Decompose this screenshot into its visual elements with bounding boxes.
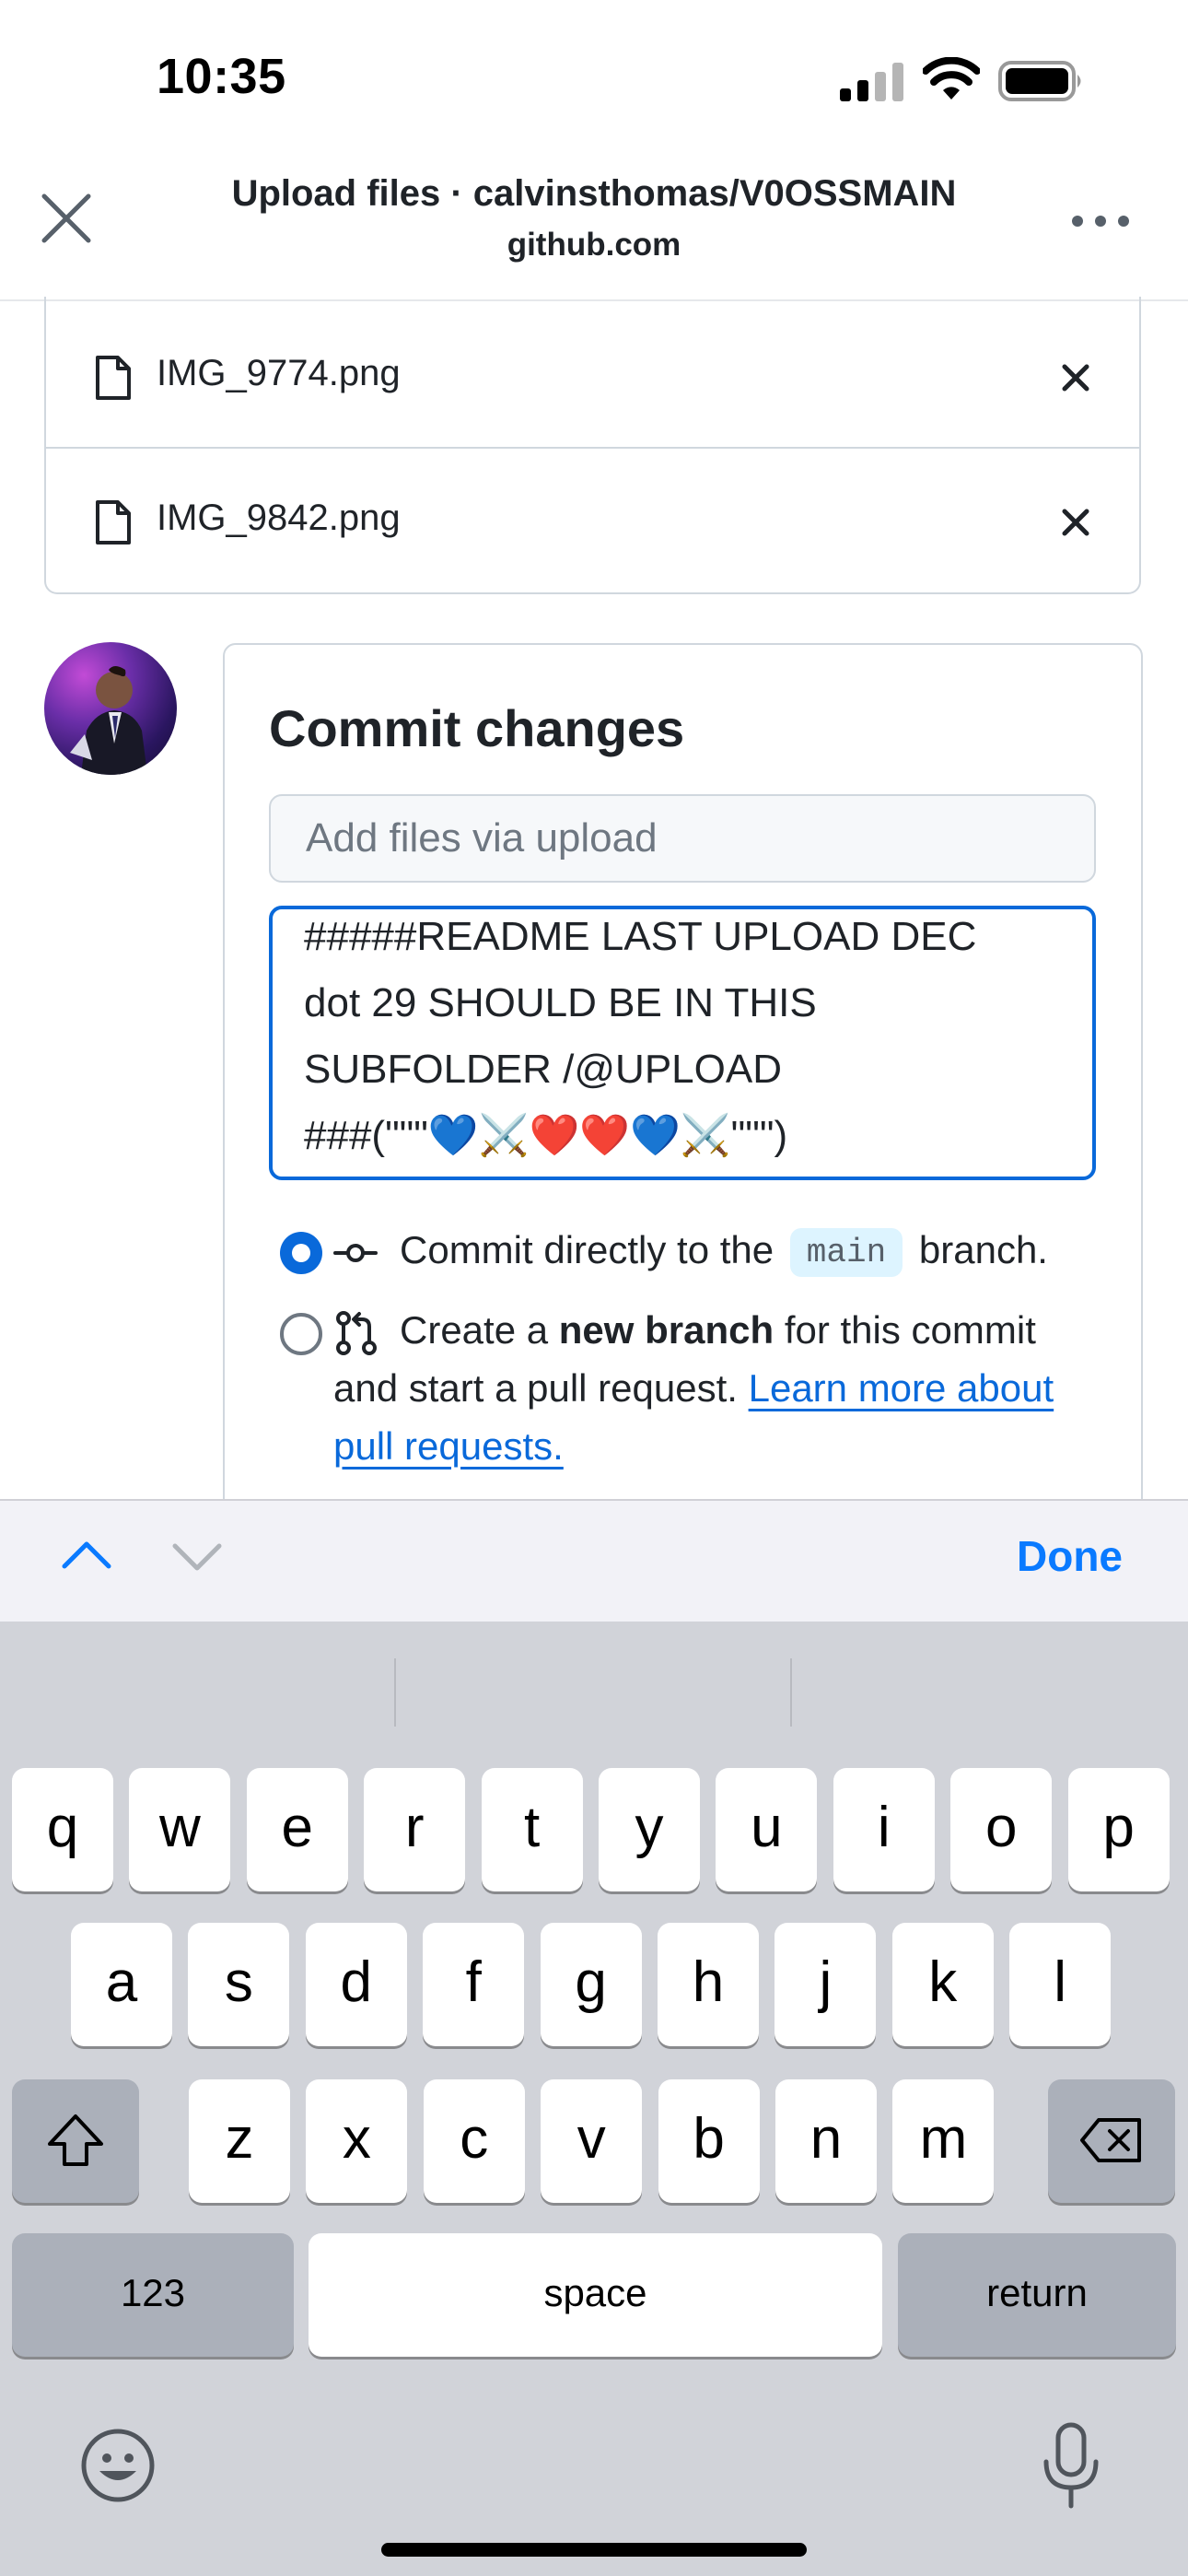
cellular-signal-icon — [840, 63, 903, 101]
delete-key[interactable] — [1048, 2079, 1175, 2203]
file-row: IMG_9774.png — [46, 302, 1139, 448]
chevron-up-icon[interactable] — [59, 1535, 114, 1572]
shift-key[interactable] — [12, 2079, 139, 2203]
commit-summary-input[interactable]: Add files via upload — [269, 794, 1096, 883]
wifi-icon — [923, 57, 980, 100]
backspace-icon — [1080, 2118, 1141, 2162]
commit-description-text: #####README LAST UPLOAD DEC dot 29 SHOUL… — [304, 914, 977, 1158]
key-b[interactable]: b — [658, 2079, 760, 2203]
key-s[interactable]: s — [188, 1923, 290, 2046]
key-c[interactable]: c — [423, 2079, 525, 2203]
done-button[interactable]: Done — [1017, 1531, 1123, 1581]
suggestion-divider — [394, 1658, 396, 1727]
key-r[interactable]: r — [364, 1768, 466, 1891]
new-branch-label: Create a new branch for this commit — [400, 1308, 1036, 1352]
new-branch-label-line2: and start a pull request. Learn more abo… — [333, 1366, 1054, 1410]
microphone-icon[interactable] — [1041, 2421, 1101, 2510]
key-u[interactable]: u — [716, 1768, 818, 1891]
new-branch-radio[interactable] — [280, 1313, 322, 1355]
key-h[interactable]: h — [658, 1923, 759, 2046]
status-time: 10:35 — [157, 49, 286, 104]
learn-more-link[interactable]: Learn more about — [749, 1366, 1054, 1410]
key-k[interactable]: k — [891, 1923, 994, 2046]
home-indicator — [381, 2543, 807, 2557]
chevron-down-icon[interactable] — [169, 1539, 225, 1575]
learn-more-link-line2[interactable]: pull requests. — [333, 1424, 564, 1469]
key-q[interactable]: q — [12, 1768, 113, 1891]
key-x[interactable]: x — [306, 2079, 408, 2203]
pull-requests-link[interactable]: pull requests. — [333, 1424, 564, 1468]
suggestion-divider — [790, 1658, 792, 1727]
commit-description-textarea[interactable]: #####README LAST UPLOAD DEC dot 29 SHOUL… — [269, 906, 1096, 1180]
key-n[interactable]: n — [775, 2079, 877, 2203]
file-row: IMG_9842.png — [46, 447, 1139, 594]
commit-direct-radio[interactable] — [280, 1232, 322, 1274]
remove-file-icon[interactable] — [1057, 504, 1094, 541]
numbers-key[interactable]: 123 — [12, 2233, 294, 2357]
key-j[interactable]: j — [775, 1923, 877, 2046]
key-m[interactable]: m — [892, 2079, 995, 2203]
branch-name-chip: main — [789, 1228, 903, 1277]
file-name: IMG_9774.png — [157, 353, 401, 393]
key-o[interactable]: o — [950, 1768, 1053, 1891]
key-e[interactable]: e — [246, 1768, 348, 1891]
key-l[interactable]: l — [1009, 1923, 1112, 2046]
key-g[interactable]: g — [540, 1923, 642, 2046]
page-domain: github.com — [507, 227, 681, 263]
commit-direct-label: Commit directly to the main branch. — [400, 1228, 1048, 1277]
key-i[interactable]: i — [833, 1768, 935, 1891]
shift-icon — [48, 2114, 103, 2166]
git-commit-icon — [333, 1244, 378, 1262]
avatar[interactable] — [44, 642, 177, 775]
remove-file-icon[interactable] — [1057, 359, 1094, 396]
key-v[interactable]: v — [541, 2079, 643, 2203]
file-icon — [96, 500, 131, 544]
file-name: IMG_9842.png — [157, 498, 401, 538]
file-icon — [96, 356, 131, 400]
key-w[interactable]: w — [129, 1768, 231, 1891]
key-z[interactable]: z — [189, 2079, 290, 2203]
key-f[interactable]: f — [423, 1923, 525, 2046]
page-title: Upload files · calvinsthomas/V0OSSMAIN — [231, 173, 957, 214]
key-p[interactable]: p — [1067, 1768, 1170, 1891]
pull-request-icon — [336, 1311, 377, 1355]
key-a[interactable]: a — [71, 1923, 172, 2046]
avatar-image — [70, 666, 147, 775]
space-key[interactable]: space — [309, 2233, 882, 2357]
emoji-icon[interactable] — [79, 2427, 157, 2504]
more-options-icon[interactable] — [1070, 212, 1131, 230]
key-d[interactable]: d — [305, 1923, 407, 2046]
battery-icon — [998, 61, 1081, 101]
key-t[interactable]: t — [481, 1768, 583, 1891]
return-key[interactable]: return — [898, 2233, 1176, 2357]
key-y[interactable]: y — [599, 1768, 700, 1891]
commit-title: Commit changes — [269, 699, 685, 757]
